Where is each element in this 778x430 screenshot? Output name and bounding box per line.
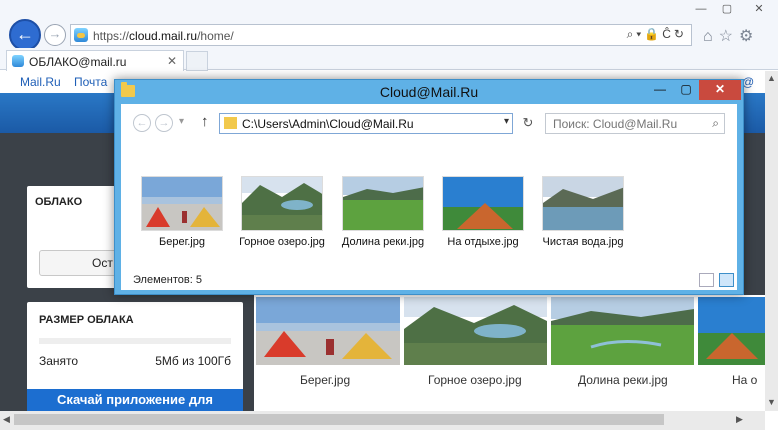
explorer-address-bar[interactable]: C:\Users\Admin\Cloud@Mail.Ru ▾ xyxy=(219,113,513,134)
rest-image xyxy=(698,297,765,365)
home-favorites-settings-icons[interactable]: ⌂☆⚙ xyxy=(703,26,759,46)
file-thumbnail xyxy=(241,176,323,231)
cloud-card-title: ОБЛАКО xyxy=(35,196,83,208)
web-file-name[interactable]: На о xyxy=(732,373,757,387)
address-tools-icons[interactable]: ⌕▾🔒Ĉ↻ xyxy=(627,27,687,42)
explorer-window: Cloud@Mail.Ru — ▢ ✕ ← → ▾ ↑ C:\Users\Adm… xyxy=(114,79,744,295)
scroll-down-icon[interactable]: ▼ xyxy=(767,397,776,407)
item-count: Элементов: 5 xyxy=(133,274,202,286)
storage-used-label: Занято xyxy=(39,354,79,368)
minimize-button[interactable]: — xyxy=(688,0,714,18)
explorer-file-list: Берег.jpg Горное озеро.jpg Долина реки.j… xyxy=(121,140,737,260)
web-file-thumb-dolina[interactable] xyxy=(551,297,694,365)
file-thumbnail xyxy=(141,176,223,231)
download-app-button[interactable]: Скачай приложение для xyxy=(27,389,243,411)
explorer-search-input[interactable] xyxy=(546,114,706,133)
maximize-button[interactable]: ▢ xyxy=(714,0,740,18)
large-icons-view-icon[interactable] xyxy=(719,273,734,287)
horizontal-scroll-thumb[interactable] xyxy=(14,414,664,425)
scroll-right-icon[interactable]: ▶ xyxy=(736,414,743,425)
file-item[interactable]: Чистая вода.jpg xyxy=(533,176,633,249)
file-thumbnail xyxy=(442,176,524,231)
web-file-name[interactable]: Долина реки.jpg xyxy=(578,373,668,387)
web-file-thumb-gornoe[interactable] xyxy=(404,297,547,365)
up-arrow-icon[interactable]: ↑ xyxy=(201,113,209,130)
forward-button[interactable]: → xyxy=(44,24,66,46)
explorer-titlebar[interactable]: Cloud@Mail.Ru — ▢ ✕ xyxy=(115,80,743,104)
file-name: На отдыхе.jpg xyxy=(447,236,519,248)
folder-icon xyxy=(224,117,237,129)
back-button[interactable]: ← xyxy=(9,19,41,51)
web-file-thumb-na-otdyhe[interactable] xyxy=(698,297,765,365)
tab-bar: ОБЛАКО@mail.ru ✕ xyxy=(0,48,778,71)
storage-size-card: РАЗМЕР ОБЛАКА Занято 5Мб из 100Гб xyxy=(27,302,243,398)
mountain-lake-image xyxy=(404,297,547,365)
explorer-nav-bar: ← → ▾ ↑ C:\Users\Admin\Cloud@Mail.Ru ▾ ↻… xyxy=(121,104,737,140)
tab-close-icon[interactable]: ✕ xyxy=(167,54,177,68)
explorer-search[interactable]: ⌕ xyxy=(545,113,725,134)
explorer-forward-icon[interactable]: → xyxy=(155,114,173,132)
address-bar[interactable]: https://cloud.mail.ru/home/ ⌕▾🔒Ĉ↻ xyxy=(70,24,692,46)
explorer-status-bar: Элементов: 5 xyxy=(121,270,737,290)
tab-favicon-icon xyxy=(12,55,24,67)
window-controls: — ▢ ✕ xyxy=(688,0,778,18)
details-view-icon[interactable] xyxy=(699,273,714,287)
refresh-icon[interactable]: ↻ xyxy=(518,113,538,134)
explorer-path[interactable]: C:\Users\Admin\Cloud@Mail.Ru xyxy=(242,117,414,131)
explorer-back-icon[interactable]: ← xyxy=(133,114,151,132)
web-file-thumb-bereg[interactable] xyxy=(256,297,400,365)
address-dropdown-chevron-icon[interactable]: ▾ xyxy=(504,116,509,127)
tab-cloud[interactable]: ОБЛАКО@mail.ru ✕ xyxy=(6,50,184,71)
close-window-button[interactable]: ✕ xyxy=(740,0,778,18)
beach-tents-image xyxy=(256,297,400,365)
nav-link-pochta[interactable]: Почта xyxy=(74,75,107,89)
file-name: Чистая вода.jpg xyxy=(542,236,624,248)
explorer-close-button[interactable]: ✕ xyxy=(699,80,741,100)
file-item[interactable]: На отдыхе.jpg xyxy=(433,176,533,249)
file-item[interactable]: Долина реки.jpg xyxy=(333,176,433,249)
file-thumbnail xyxy=(342,176,424,231)
web-file-grid: Берег.jpg Горное озеро.jpg Долина реки.j… xyxy=(254,295,765,411)
nav-link-mailru[interactable]: Mail.Ru xyxy=(20,75,61,89)
river-valley-image xyxy=(551,297,694,365)
vertical-scrollbar[interactable]: ▲ ▼ xyxy=(765,71,778,411)
storage-size-title: РАЗМЕР ОБЛАКА xyxy=(39,314,134,326)
scroll-up-icon[interactable]: ▲ xyxy=(767,73,776,83)
search-icon[interactable]: ⌕ xyxy=(712,116,719,131)
file-item[interactable]: Горное озеро.jpg xyxy=(232,176,332,249)
file-thumbnail xyxy=(542,176,624,231)
web-file-name[interactable]: Горное озеро.jpg xyxy=(428,373,522,387)
explorer-minimize-button[interactable]: — xyxy=(647,80,673,100)
file-name: Долина реки.jpg xyxy=(341,236,425,248)
site-favicon-icon xyxy=(74,28,88,42)
explorer-body: ← → ▾ ↑ C:\Users\Admin\Cloud@Mail.Ru ▾ ↻… xyxy=(121,104,737,290)
scroll-left-icon[interactable]: ◀ xyxy=(3,414,10,425)
horizontal-scrollbar[interactable]: ◀ ▶ xyxy=(0,411,765,430)
file-name: Берег.jpg xyxy=(159,236,205,248)
explorer-maximize-button[interactable]: ▢ xyxy=(673,80,699,100)
tab-title: ОБЛАКО@mail.ru xyxy=(29,55,127,69)
file-name: Горное озеро.jpg xyxy=(239,236,325,248)
back-arrow-icon: ← xyxy=(16,24,34,44)
address-url[interactable]: https://cloud.mail.ru/home/ xyxy=(93,29,234,43)
storage-usage-bar xyxy=(39,338,231,344)
file-item[interactable]: Берег.jpg xyxy=(132,176,232,249)
new-tab-button[interactable] xyxy=(186,51,208,71)
web-file-name[interactable]: Берег.jpg xyxy=(300,373,350,387)
browser-toolbar: ← → https://cloud.mail.ru/home/ ⌕▾🔒Ĉ↻ ⌂☆… xyxy=(0,0,778,51)
recent-locations-chevron-icon[interactable]: ▾ xyxy=(179,116,184,127)
forward-arrow-icon: → xyxy=(48,26,62,41)
storage-used-value: 5Мб из 100Гб xyxy=(155,354,231,368)
